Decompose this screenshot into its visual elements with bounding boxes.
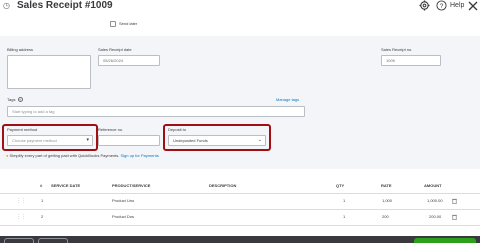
help-label[interactable]: Help	[450, 1, 464, 10]
table-row[interactable]: ⋮⋮ 2 Product Dos 1 200 200.00	[0, 210, 480, 225]
row-amount[interactable]: 1,000.00	[427, 198, 443, 204]
table-row[interactable]: ⋮⋮ 1 Product Uno 1 1,000 1,000.00	[0, 194, 480, 209]
payments-promo: ● Simplify every part of getting paid wi…	[6, 153, 159, 159]
sales-receipt-date-field[interactable]: 05/26/2024	[98, 55, 160, 66]
sales-receipt-date-label: Sales Receipt date	[98, 47, 132, 52]
help-icon[interactable]: ?	[436, 0, 447, 11]
row-rate[interactable]: 1,000	[382, 198, 392, 204]
row-amount[interactable]: 200.00	[429, 214, 441, 220]
chevron-down-icon: ▾	[86, 137, 89, 143]
page-title: Sales Receipt #1009	[17, 0, 113, 11]
gear-icon[interactable]	[419, 0, 430, 11]
deposit-to-select[interactable]: Undeposited Funds ⌄	[168, 135, 266, 146]
tags-label: Tags ?	[7, 97, 23, 103]
row-rate[interactable]: 200	[382, 214, 389, 220]
row-product[interactable]: Product Uno	[112, 198, 134, 204]
billing-address-field[interactable]	[7, 55, 91, 89]
trash-icon[interactable]	[452, 214, 457, 220]
deposit-to-label: Deposit to	[168, 127, 187, 132]
send-later-checkbox[interactable]	[110, 21, 116, 27]
row-qty[interactable]: 1	[343, 214, 345, 220]
reference-no-field[interactable]	[98, 135, 160, 146]
close-icon[interactable]	[467, 0, 479, 12]
col-header-service-date: SERVICE DATE	[51, 183, 81, 188]
payment-method-label: Payment method	[7, 127, 38, 132]
tags-label-text: Tags	[7, 97, 16, 102]
svg-text:?: ?	[440, 3, 444, 10]
col-header-rate: RATE	[381, 183, 392, 188]
info-icon[interactable]: ?	[17, 97, 23, 103]
row-qty[interactable]: 1	[343, 198, 345, 204]
lightbulb-icon: ●	[6, 153, 9, 158]
payment-method-placeholder: Choose payment method	[12, 138, 57, 143]
col-header-amount: AMOUNT	[424, 183, 442, 188]
col-header-num: #	[40, 183, 43, 188]
history-icon[interactable]: ◷	[3, 1, 12, 10]
drag-handle-icon[interactable]: ⋮⋮	[16, 198, 26, 204]
manage-tags-link[interactable]: Manage tags	[276, 97, 299, 103]
sales-receipt-no-label: Sales Receipt no.	[381, 47, 413, 52]
reference-no-label: Reference no.	[98, 127, 124, 132]
footer-bar	[0, 236, 480, 243]
send-later-label: Send later	[119, 21, 138, 26]
chevron-down-icon: ⌄	[257, 137, 262, 143]
promo-text: Simplify every part of getting paid with…	[9, 153, 120, 158]
clear-button[interactable]	[38, 238, 68, 243]
sales-receipt-no-value: 1009	[386, 58, 395, 63]
row-product[interactable]: Product Dos	[112, 214, 134, 220]
save-and-send-button[interactable]	[414, 238, 476, 243]
cancel-button[interactable]	[4, 238, 34, 243]
row-divider	[0, 225, 480, 226]
col-header-qty: QTY	[336, 183, 345, 188]
tags-input[interactable]: Start typing to add a tag	[7, 106, 305, 117]
col-header-product-service: PRODUCT/SERVICE	[112, 183, 151, 188]
trash-icon[interactable]	[452, 198, 457, 204]
row-num: 1	[41, 198, 44, 203]
col-header-description: DESCRIPTION	[209, 183, 237, 188]
sales-receipt-no-field[interactable]: 1009	[381, 55, 441, 66]
sign-up-payments-link[interactable]: Sign up for Payments	[121, 153, 159, 158]
billing-address-label: Billing address	[7, 47, 34, 52]
sales-receipt-date-value: 05/26/2024	[103, 58, 124, 63]
drag-handle-icon[interactable]: ⋮⋮	[16, 214, 26, 220]
deposit-to-value: Undeposited Funds	[173, 138, 208, 143]
tags-placeholder: Start typing to add a tag	[12, 109, 55, 114]
row-num: 2	[41, 214, 44, 219]
payment-method-select[interactable]: Choose payment method ▾	[7, 135, 93, 146]
